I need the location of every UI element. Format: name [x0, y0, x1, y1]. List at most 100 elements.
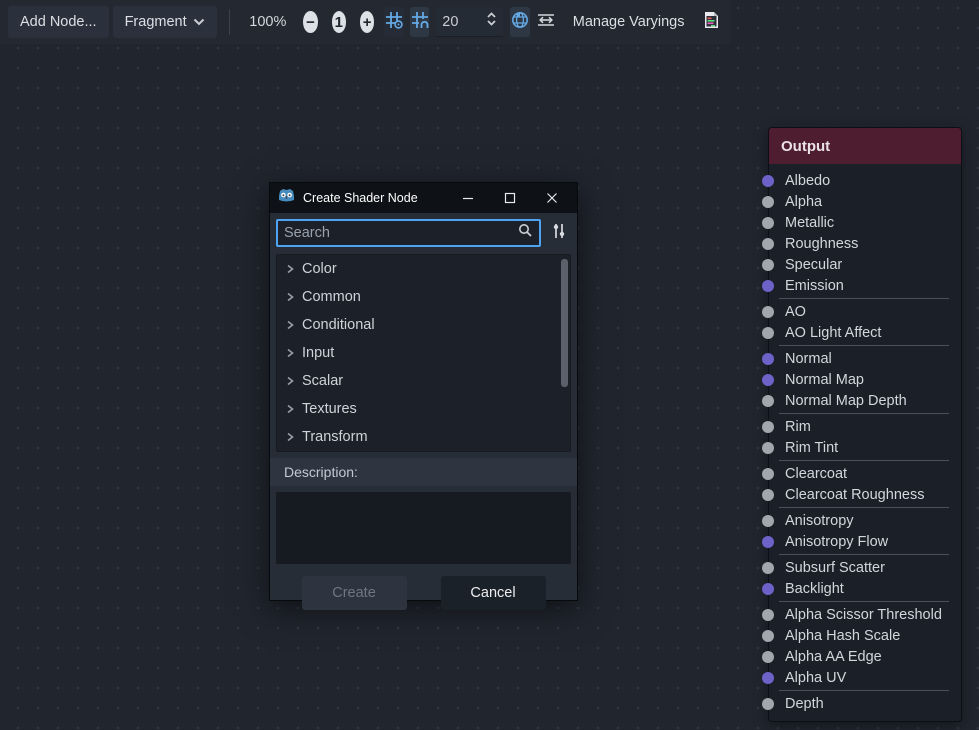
- node-category-tree[interactable]: ColorCommonConditionalInputScalarTexture…: [276, 254, 571, 452]
- port-socket-icon[interactable]: [762, 175, 774, 187]
- port-socket-icon[interactable]: [762, 259, 774, 271]
- port-row-backlight: Backlight: [769, 578, 961, 599]
- expand-arrow-icon[interactable]: [285, 320, 295, 330]
- snap-toggle-button[interactable]: [410, 7, 429, 37]
- port-label: Emission: [785, 278, 844, 294]
- port-label: Normal: [785, 351, 832, 367]
- port-row-clearcoat-roughness: Clearcoat Roughness: [769, 484, 961, 505]
- tree-item-textures[interactable]: Textures: [277, 395, 570, 423]
- close-button[interactable]: [535, 186, 569, 210]
- tree-item-conditional[interactable]: Conditional: [277, 311, 570, 339]
- search-icon: [518, 223, 533, 243]
- port-row-metallic: Metallic: [769, 212, 961, 233]
- minimize-button[interactable]: [451, 186, 485, 210]
- snap-distance-input[interactable]: [442, 14, 486, 30]
- expand-arrow-icon[interactable]: [285, 348, 295, 358]
- port-socket-icon[interactable]: [762, 468, 774, 480]
- port-socket-icon[interactable]: [762, 609, 774, 621]
- port-label: Normal Map Depth: [785, 393, 907, 409]
- preview-shader-button[interactable]: [510, 7, 529, 37]
- port-socket-icon[interactable]: [762, 698, 774, 710]
- snap-distance-spinbox[interactable]: [436, 7, 503, 37]
- port-label: AO Light Affect: [785, 325, 881, 341]
- manage-varyings-button[interactable]: Manage Varyings: [561, 6, 697, 38]
- zoom-in-button[interactable]: +: [360, 11, 374, 33]
- port-socket-icon[interactable]: [762, 327, 774, 339]
- add-node-button[interactable]: Add Node...: [8, 6, 109, 38]
- create-button[interactable]: Create: [302, 576, 407, 610]
- port-socket-icon[interactable]: [762, 374, 774, 386]
- expand-arrow-icon[interactable]: [285, 292, 295, 302]
- port-group-separator: [779, 690, 949, 691]
- add-node-label: Add Node...: [20, 14, 97, 30]
- expand-arrow-icon[interactable]: [285, 376, 295, 386]
- port-group-separator: [779, 345, 949, 346]
- create-shader-node-dialog: Create Shader Node: [269, 182, 578, 601]
- filter-options-button[interactable]: [547, 220, 571, 246]
- globe-grid-icon: [511, 11, 529, 34]
- port-row-ao-light-affect: AO Light Affect: [769, 322, 961, 343]
- port-row-anisotropy-flow: Anisotropy Flow: [769, 531, 961, 552]
- cancel-button[interactable]: Cancel: [441, 576, 546, 610]
- zoom-level-label: 100%: [241, 14, 294, 30]
- port-label: Rim: [785, 419, 811, 435]
- spinner-updown-icon[interactable]: [486, 11, 497, 32]
- output-node-header[interactable]: Output: [769, 128, 961, 164]
- tree-item-transform[interactable]: Transform: [277, 423, 570, 451]
- varying-options-button[interactable]: [536, 7, 556, 37]
- port-socket-icon[interactable]: [762, 238, 774, 250]
- tree-item-color[interactable]: Color: [277, 255, 570, 283]
- port-socket-icon[interactable]: [762, 536, 774, 548]
- expand-arrow-icon[interactable]: [285, 432, 295, 442]
- expand-arrow-icon[interactable]: [285, 264, 295, 274]
- port-label: Subsurf Scatter: [785, 560, 885, 576]
- port-socket-icon[interactable]: [762, 306, 774, 318]
- port-row-rim: Rim: [769, 416, 961, 437]
- port-socket-icon[interactable]: [762, 583, 774, 595]
- port-socket-icon[interactable]: [762, 672, 774, 684]
- port-row-subsurf-scatter: Subsurf Scatter: [769, 557, 961, 578]
- port-row-ao: AO: [769, 301, 961, 322]
- port-row-normal-map: Normal Map: [769, 369, 961, 390]
- tree-item-scalar[interactable]: Scalar: [277, 367, 570, 395]
- port-row-alpha-uv: Alpha UV: [769, 667, 961, 688]
- shader-stage-dropdown[interactable]: Fragment: [113, 6, 217, 38]
- port-label: Depth: [785, 696, 824, 712]
- port-socket-icon[interactable]: [762, 442, 774, 454]
- zoom-out-button[interactable]: −: [303, 11, 317, 33]
- port-socket-icon[interactable]: [762, 489, 774, 501]
- port-socket-icon[interactable]: [762, 421, 774, 433]
- dialog-titlebar[interactable]: Create Shader Node: [270, 183, 577, 213]
- shader-code-button[interactable]: [702, 7, 721, 37]
- port-socket-icon[interactable]: [762, 196, 774, 208]
- port-socket-icon[interactable]: [762, 217, 774, 229]
- port-row-alpha-aa-edge: Alpha AA Edge: [769, 646, 961, 667]
- tree-item-input[interactable]: Input: [277, 339, 570, 367]
- node-title: Output: [781, 138, 830, 155]
- snap-settings-button[interactable]: [384, 7, 403, 37]
- tree-item-common[interactable]: Common: [277, 283, 570, 311]
- port-socket-icon[interactable]: [762, 630, 774, 642]
- port-socket-icon[interactable]: [762, 651, 774, 663]
- maximize-button[interactable]: [493, 186, 527, 210]
- description-label: Description:: [270, 458, 577, 486]
- description-text: [276, 492, 571, 564]
- chevron-down-icon: [193, 14, 205, 30]
- port-socket-icon[interactable]: [762, 395, 774, 407]
- port-label: Specular: [785, 257, 842, 273]
- port-label: Clearcoat: [785, 466, 847, 482]
- output-node[interactable]: Output AlbedoAlphaMetallicRoughnessSpecu…: [768, 127, 962, 722]
- port-socket-icon[interactable]: [762, 280, 774, 292]
- expand-arrow-icon[interactable]: [285, 404, 295, 414]
- port-socket-icon[interactable]: [762, 515, 774, 527]
- zoom-reset-button[interactable]: 1: [332, 11, 346, 33]
- port-group-separator: [779, 507, 949, 508]
- scrollbar-thumb[interactable]: [561, 259, 568, 387]
- port-row-normal: Normal: [769, 348, 961, 369]
- port-socket-icon[interactable]: [762, 353, 774, 365]
- plus-icon: +: [363, 15, 372, 30]
- tree-scrollbar[interactable]: [561, 257, 568, 449]
- search-input[interactable]: [284, 225, 518, 241]
- search-box[interactable]: [276, 219, 541, 247]
- port-socket-icon[interactable]: [762, 562, 774, 574]
